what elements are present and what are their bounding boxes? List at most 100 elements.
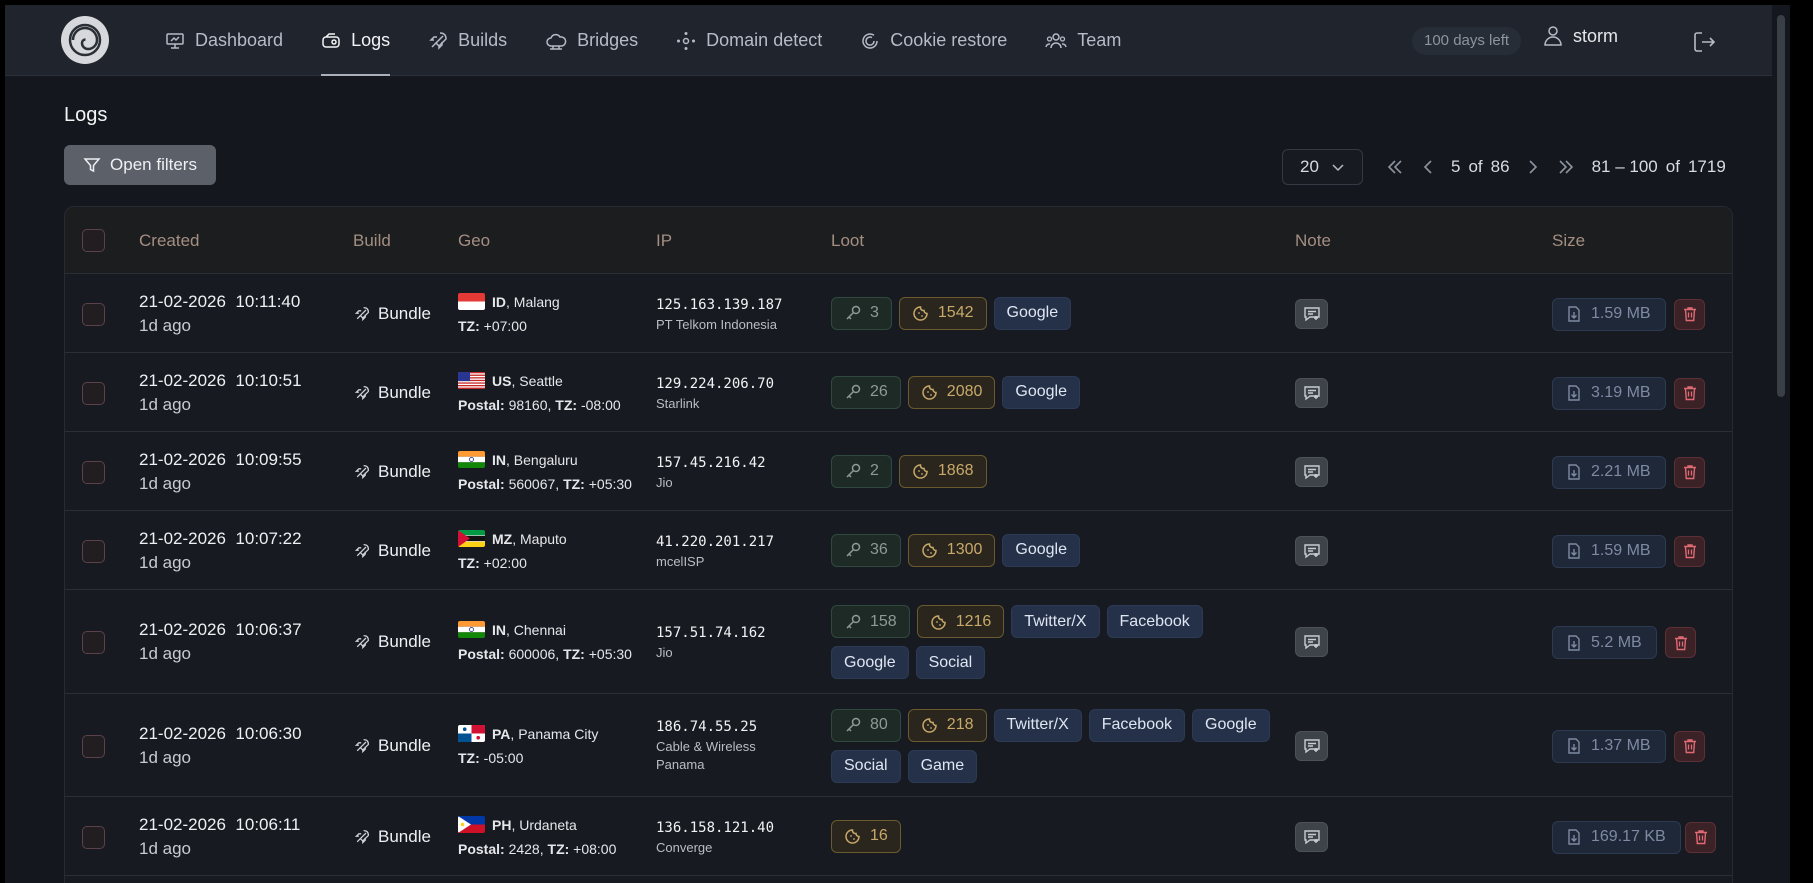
logout-button[interactable] (1693, 31, 1717, 58)
cookies-tag[interactable]: 16 (831, 819, 901, 853)
add-note-button[interactable] (1295, 456, 1328, 487)
row-checkbox[interactable] (82, 539, 105, 563)
nav-team[interactable]: Team (1045, 5, 1121, 76)
add-note-button[interactable] (1295, 298, 1328, 329)
row-checkbox[interactable] (82, 460, 105, 484)
service-tag[interactable]: Facebook (1106, 605, 1203, 638)
cookies-tag[interactable]: 1300 (907, 533, 996, 567)
table-row[interactable]: 21-02-2026 10:06:11 1d ago Bundle PH, Urdan… (65, 797, 1732, 876)
add-note-button[interactable] (1295, 821, 1328, 852)
cookies-tag[interactable]: 1216 (916, 605, 1005, 638)
delete-button[interactable] (1674, 456, 1705, 488)
ip-address[interactable]: 157.45.216.42 (656, 455, 766, 471)
page-size-select[interactable]: 20 (1282, 149, 1363, 185)
header-created[interactable]: Created (139, 231, 199, 251)
passwords-tag[interactable]: 26 (831, 375, 901, 409)
add-note-icon (1303, 464, 1320, 479)
download-file-icon (1568, 738, 1580, 754)
nav-dashboard[interactable]: Dashboard (165, 5, 283, 76)
passwords-tag[interactable]: 80 (831, 708, 901, 742)
download-button[interactable]: 5.2 MB (1552, 626, 1657, 659)
table-row[interactable]: 21-02-2026 10:10:51 1d ago Bundle US, Seatt… (65, 353, 1732, 432)
first-page-button[interactable] (1385, 157, 1405, 177)
ip-address[interactable]: 157.51.74.162 (656, 625, 766, 641)
header-build[interactable]: Build (353, 231, 391, 251)
open-filters-button[interactable]: Open filters (64, 145, 216, 185)
service-tag[interactable]: Google (1192, 708, 1270, 742)
download-button[interactable]: 169.17 KB (1552, 820, 1681, 854)
created-date: 21-02-2026 (139, 814, 226, 834)
table-row[interactable]: 21-02-2026 10:07:22 1d ago Bundle MZ, Maput… (65, 511, 1732, 590)
download-button[interactable]: 2.21 MB (1552, 455, 1666, 489)
table-row[interactable]: 21-02-2026 10:09:55 1d ago Bundle IN, Benga… (65, 432, 1732, 511)
add-note-button[interactable] (1295, 377, 1328, 408)
last-page-button[interactable] (1556, 157, 1576, 177)
delete-button[interactable] (1674, 298, 1705, 330)
service-tag[interactable]: Twitter/X (1011, 605, 1100, 638)
passwords-tag[interactable]: 158 (831, 605, 910, 638)
service-tag[interactable]: Twitter/X (993, 708, 1082, 742)
cookies-count: 16 (870, 827, 888, 844)
service-tag[interactable]: Google (831, 646, 909, 679)
delete-button[interactable] (1674, 377, 1705, 409)
download-button[interactable]: 1.37 MB (1552, 729, 1666, 763)
row-checkbox[interactable] (82, 734, 105, 758)
delete-button[interactable] (1674, 535, 1705, 567)
service-tag[interactable]: Google (1002, 375, 1080, 409)
passwords-tag[interactable]: 2 (831, 454, 892, 488)
nav-logs[interactable]: Logs (321, 5, 391, 76)
header-size[interactable]: Size (1552, 231, 1585, 251)
ip-address[interactable]: 129.224.206.70 (656, 376, 774, 392)
table-row[interactable]: 21-02-2026 10:06:37 1d ago Bundle IN, Chenn… (65, 590, 1732, 694)
header-ip[interactable]: IP (656, 231, 672, 251)
nav-builds[interactable]: Builds (428, 5, 507, 76)
scrollbar-thumb[interactable] (1777, 15, 1785, 397)
table-row[interactable]: 21-02-2026 10:06:30 1d ago Bundle PA, Panam… (65, 694, 1732, 797)
user-menu[interactable]: storm (1543, 25, 1618, 47)
add-note-button[interactable] (1295, 730, 1328, 761)
build-name: Bundle (378, 303, 431, 323)
table-row[interactable]: 21-02-2026 10:11:40 1d ago Bundle ID, Malan… (65, 274, 1732, 353)
prev-page-button[interactable] (1421, 157, 1435, 177)
cookies-tag[interactable]: 1868 (898, 454, 987, 488)
city: Chennai (513, 622, 566, 638)
row-checkbox[interactable] (82, 825, 105, 849)
ip-address[interactable]: 136.158.121.40 (656, 820, 774, 836)
row-checkbox[interactable] (82, 302, 105, 326)
service-tag[interactable]: Game (907, 749, 978, 783)
cookies-tag[interactable]: 1542 (898, 296, 987, 330)
row-checkbox[interactable] (82, 631, 105, 654)
created-date: 21-02-2026 (139, 620, 226, 639)
page-scrollbar[interactable] (1772, 5, 1790, 883)
service-tag[interactable]: Facebook (1088, 708, 1185, 742)
add-note-button[interactable] (1295, 627, 1328, 657)
service-tag[interactable]: Social (915, 646, 986, 679)
ip-address[interactable]: 186.74.55.25 (656, 719, 757, 735)
header-note[interactable]: Note (1295, 231, 1331, 251)
ip-address[interactable]: 125.163.139.187 (656, 297, 782, 313)
next-page-button[interactable] (1526, 157, 1540, 177)
select-all-checkbox[interactable] (82, 229, 105, 252)
service-tag[interactable]: Google (993, 296, 1072, 330)
download-button[interactable]: 1.59 MB (1552, 534, 1666, 568)
service-tag[interactable]: Google (1002, 533, 1080, 567)
delete-button[interactable] (1685, 821, 1716, 853)
cookies-tag[interactable]: 2080 (907, 375, 996, 409)
header-loot[interactable]: Loot (831, 231, 864, 251)
nav-bridges[interactable]: Bridges (545, 5, 638, 76)
row-checkbox[interactable] (82, 381, 105, 405)
passwords-tag[interactable]: 3 (831, 296, 892, 330)
service-tag[interactable]: Social (831, 749, 901, 783)
header-geo[interactable]: Geo (458, 231, 490, 251)
cookies-tag[interactable]: 218 (907, 708, 987, 742)
delete-button[interactable] (1665, 627, 1696, 658)
passwords-tag[interactable]: 36 (831, 533, 901, 567)
ip-address[interactable]: 41.220.201.217 (656, 534, 774, 550)
app-logo[interactable] (61, 16, 109, 64)
delete-button[interactable] (1674, 730, 1705, 762)
download-button[interactable]: 1.59 MB (1552, 297, 1666, 331)
nav-cookie-restore[interactable]: Cookie restore (860, 5, 1007, 76)
nav-domain-detect[interactable]: Domain detect (676, 5, 822, 76)
download-button[interactable]: 3.19 MB (1552, 376, 1666, 410)
add-note-button[interactable] (1295, 535, 1328, 566)
